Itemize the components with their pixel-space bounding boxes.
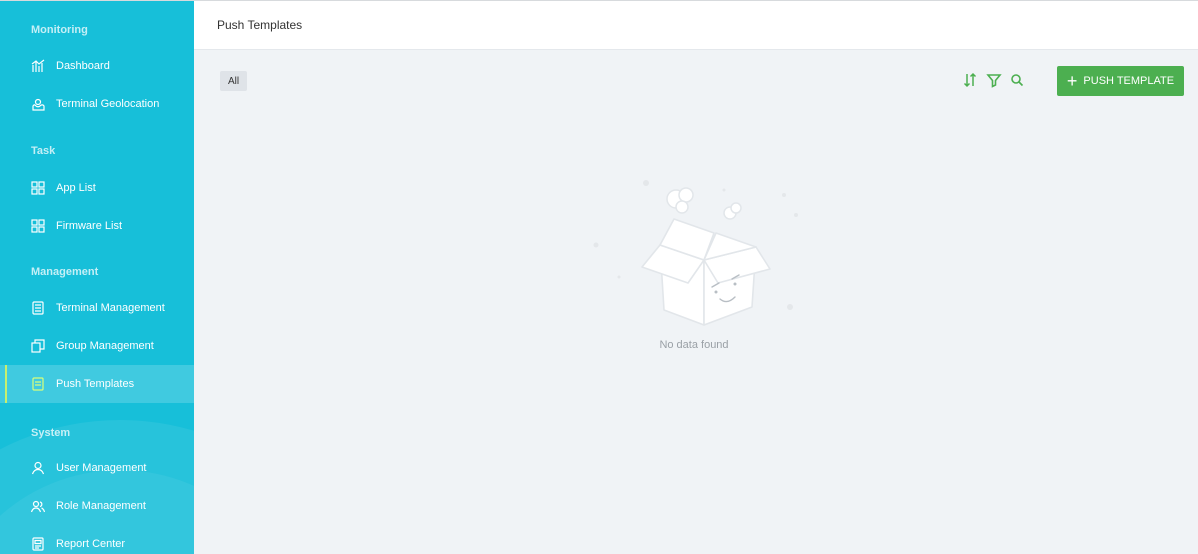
- sidebar-item-label: App List: [56, 182, 96, 194]
- sidebar-item-label: Terminal Management: [56, 302, 165, 314]
- window-top-border: [0, 0, 1198, 1]
- sidebar-item-report-center[interactable]: Report Center: [0, 525, 194, 554]
- grid-icon: [31, 219, 45, 233]
- filter-chip-all[interactable]: All: [220, 71, 247, 91]
- terminal-icon: [31, 301, 45, 315]
- push-template-button[interactable]: + PUSH TEMPLATE: [1057, 66, 1184, 96]
- page-header: Push Templates: [194, 0, 1198, 50]
- main-content: All + PUSH TEMPLATE No data found: [194, 50, 1198, 554]
- sidebar-item-terminal-management[interactable]: Terminal Management: [0, 289, 194, 327]
- plus-icon: +: [1066, 71, 1078, 91]
- sidebar-item-label: Report Center: [56, 538, 126, 550]
- section-management: Management: [31, 266, 99, 278]
- sidebar-item-terminal-geolocation[interactable]: Terminal Geolocation: [0, 85, 194, 123]
- sidebar-item-label: Terminal Geolocation: [56, 98, 160, 110]
- sidebar-item-app-list[interactable]: App List: [0, 169, 194, 207]
- section-task: Task: [31, 145, 56, 157]
- report-icon: [31, 537, 45, 551]
- sidebar: Monitoring Dashboard Terminal Geolocatio…: [0, 0, 194, 554]
- sidebar-item-role-management[interactable]: Role Management: [0, 487, 194, 525]
- page-title: Push Templates: [217, 17, 303, 32]
- sidebar-item-label: Push Templates: [56, 378, 135, 390]
- sidebar-item-group-management[interactable]: Group Management: [0, 327, 194, 365]
- sidebar-item-user-management[interactable]: User Management: [0, 449, 194, 487]
- dashboard-icon: [31, 59, 45, 73]
- geolocation-icon: [31, 97, 45, 111]
- section-monitoring: Monitoring: [31, 24, 88, 36]
- sidebar-item-label: User Management: [56, 462, 147, 474]
- sidebar-item-label: Role Management: [56, 500, 146, 512]
- template-icon: [31, 377, 45, 391]
- sort-icon[interactable]: [962, 72, 978, 88]
- search-icon[interactable]: [1009, 72, 1025, 88]
- sidebar-item-label: Group Management: [56, 340, 154, 352]
- empty-state-message: No data found: [659, 339, 729, 351]
- push-template-button-label: PUSH TEMPLATE: [1083, 75, 1175, 87]
- empty-box-icon: [584, 175, 804, 335]
- sidebar-item-firmware-list[interactable]: Firmware List: [0, 207, 194, 245]
- grid-icon: [31, 181, 45, 195]
- sidebar-item-label: Firmware List: [56, 220, 123, 232]
- group-icon: [31, 339, 45, 353]
- sidebar-item-dashboard[interactable]: Dashboard: [0, 47, 194, 85]
- section-system: System: [31, 427, 71, 439]
- filter-icon[interactable]: [986, 72, 1002, 88]
- user-icon: [31, 461, 45, 475]
- sidebar-item-push-templates[interactable]: Push Templates: [0, 365, 194, 403]
- sidebar-item-label: Dashboard: [56, 60, 110, 72]
- role-icon: [31, 499, 45, 513]
